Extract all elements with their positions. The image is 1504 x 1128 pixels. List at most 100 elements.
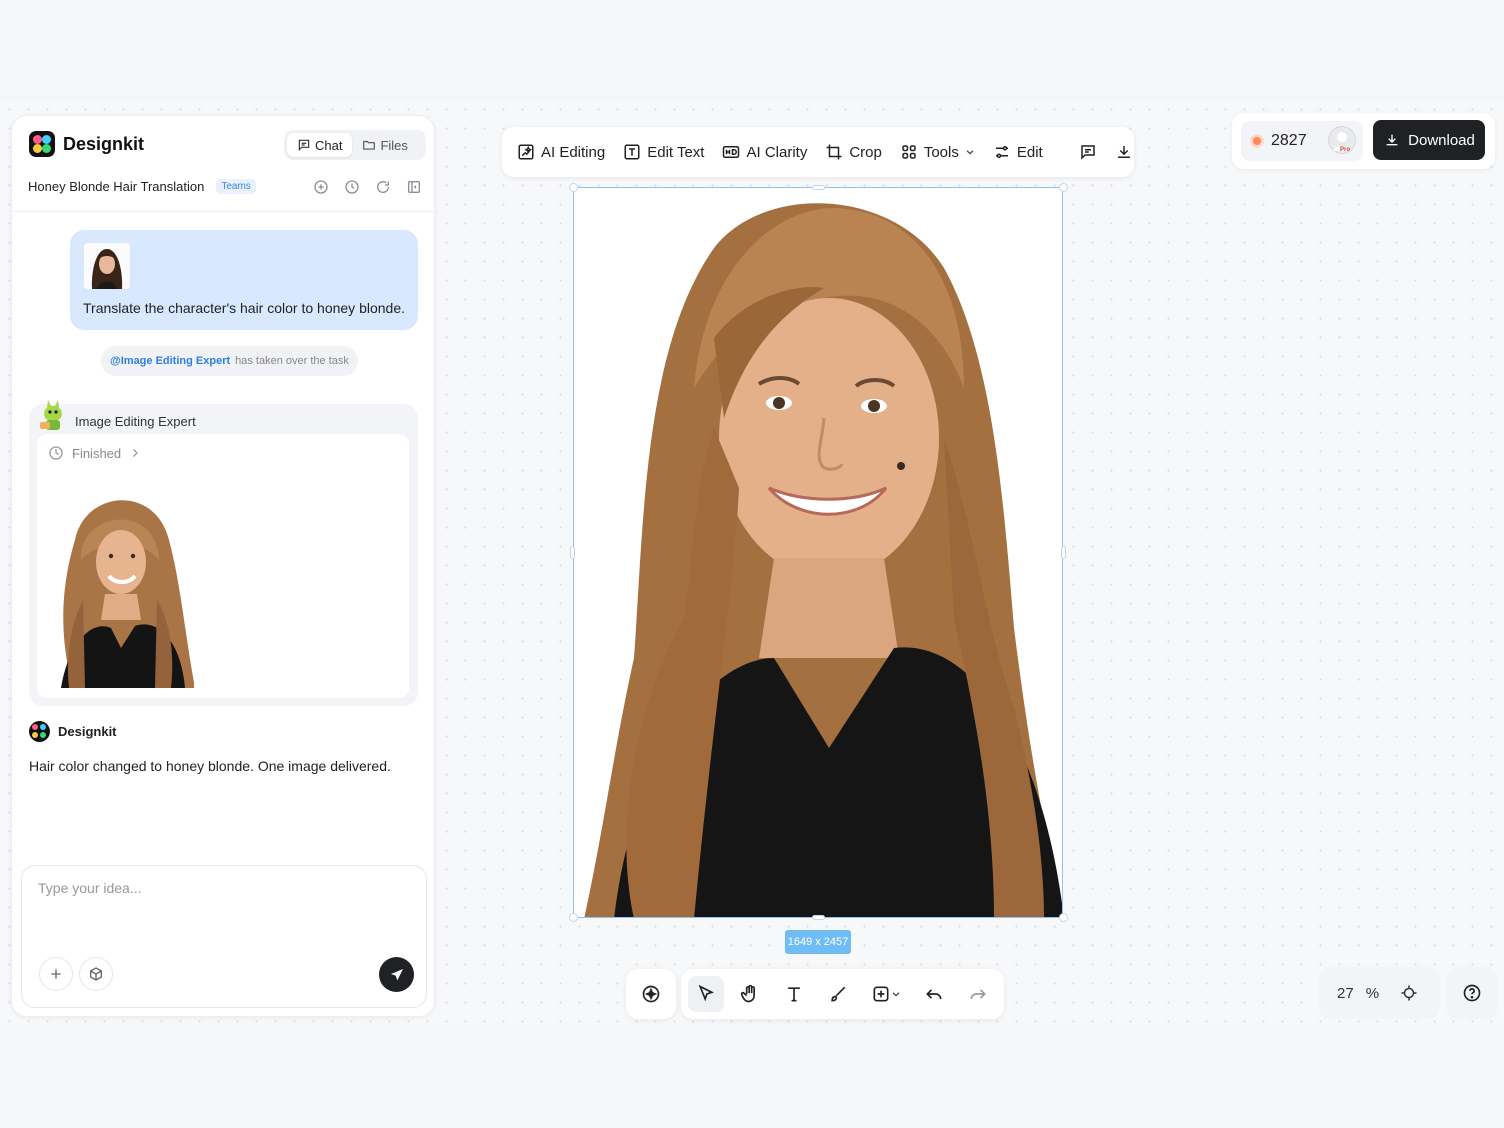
send-icon — [388, 966, 406, 984]
agent-avatar-icon — [38, 396, 68, 434]
brand[interactable]: Designkit — [29, 131, 144, 157]
credit-coin-icon — [1249, 133, 1265, 149]
brush-icon — [828, 984, 848, 1004]
user-attachment-thumbnail[interactable] — [84, 243, 130, 289]
prompt-box — [21, 865, 427, 1008]
agent-result: Finished — [37, 434, 409, 698]
download-icon — [1383, 131, 1401, 149]
tab-files[interactable]: Files — [352, 133, 417, 157]
prompt-input[interactable] — [38, 880, 408, 930]
resize-handle-bottom-right[interactable] — [1059, 913, 1068, 922]
task-status-label: Finished — [72, 445, 122, 461]
folder-icon — [362, 138, 376, 152]
account-card: 2827 Pro Download — [1232, 113, 1495, 169]
chat-icon — [297, 138, 311, 152]
portrait-image — [574, 188, 1062, 917]
comment-icon[interactable] — [1079, 142, 1097, 162]
canvas-image[interactable] — [573, 187, 1063, 918]
ai-assistant-button[interactable] — [626, 969, 676, 1019]
brand-name: Designkit — [63, 133, 145, 154]
bot-name: Designkit — [58, 724, 117, 739]
ai-clarity-label: AI Clarity — [746, 143, 808, 161]
ai-editing-label: AI Editing — [541, 143, 606, 161]
model-select-button[interactable] — [79, 957, 113, 991]
hd-icon — [722, 143, 740, 161]
avatar[interactable]: Pro — [1328, 126, 1356, 154]
credits-count: 2827 — [1271, 132, 1307, 149]
undo-icon — [924, 984, 944, 1004]
designkit-bot-icon — [29, 721, 50, 742]
pro-badge: Pro — [1340, 147, 1351, 153]
zoom-control: 27 % — [1319, 967, 1440, 1019]
add-box-icon — [871, 984, 891, 1004]
edit-label: Edit — [1016, 143, 1043, 161]
resize-handle-bottom-left[interactable] — [569, 913, 578, 922]
ai-edit-icon — [517, 143, 535, 161]
redo-icon — [968, 984, 988, 1004]
tools-dropdown[interactable]: Tools — [900, 143, 975, 161]
send-button[interactable] — [379, 957, 414, 992]
zoom-value[interactable]: 27 — [1337, 985, 1354, 1002]
crop-icon — [825, 143, 843, 161]
collapse-panel-icon[interactable] — [405, 178, 423, 196]
text-icon — [784, 984, 804, 1004]
conversation-header: Honey Blonde Hair Translation Teams — [28, 179, 256, 194]
plus-icon — [47, 965, 65, 983]
brush-tool-button[interactable] — [820, 976, 856, 1012]
history-icon[interactable] — [343, 178, 361, 196]
ai-clarity-button[interactable]: AI Clarity — [722, 143, 807, 161]
redo-button[interactable] — [960, 976, 996, 1012]
select-tool-button[interactable] — [688, 976, 724, 1012]
header-divider — [12, 211, 434, 212]
agent-response-card: Image Editing Expert Finished — [29, 400, 418, 706]
resize-handle-left[interactable] — [570, 546, 575, 559]
result-image-thumbnail[interactable] — [45, 470, 194, 688]
cube-icon — [87, 965, 105, 983]
text-box-icon — [623, 143, 641, 161]
resize-handle-right[interactable] — [1061, 546, 1066, 559]
undo-button[interactable] — [916, 976, 952, 1012]
editor-toolbar: AI Editing Edit Text AI Clarity Crop Too… — [502, 127, 1134, 177]
resize-handle-top[interactable] — [812, 185, 825, 190]
ai-editing-button[interactable]: AI Editing — [517, 143, 605, 161]
agent-name: Image Editing Expert — [75, 414, 196, 429]
text-tool-button[interactable] — [776, 976, 812, 1012]
status-clock-icon — [48, 445, 64, 461]
resize-handle-bottom[interactable] — [812, 915, 825, 920]
resize-handle-top-left[interactable] — [569, 183, 578, 192]
credits-widget[interactable]: 2827 Pro — [1241, 121, 1363, 161]
handoff-text: has taken over the task — [235, 355, 349, 367]
handoff-notice: @Image Editing Expert has taken over the… — [101, 346, 358, 376]
tab-files-label: Files — [380, 137, 408, 153]
sliders-icon — [993, 143, 1011, 161]
panel-tabs: Chat Files — [284, 130, 426, 160]
chat-panel: Designkit Chat Files Honey Blonde Hair T… — [11, 115, 435, 1017]
grid-icon — [900, 143, 918, 161]
download-button[interactable]: Download — [1373, 120, 1485, 160]
pointer-icon — [696, 984, 716, 1004]
bot-message: Hair color changed to honey blonde. One … — [29, 758, 391, 774]
crop-label: Crop — [849, 143, 882, 161]
tab-chat-label: Chat — [315, 137, 343, 153]
add-attachment-button[interactable] — [39, 957, 73, 991]
edit-button[interactable]: Edit — [993, 143, 1043, 161]
resize-handle-top-right[interactable] — [1059, 183, 1068, 192]
image-size-badge: 1649 x 2457 — [785, 930, 851, 954]
help-icon — [1462, 983, 1482, 1003]
help-button[interactable] — [1446, 967, 1498, 1019]
new-chat-icon[interactable] — [312, 178, 330, 196]
edit-text-button[interactable]: Edit Text — [623, 143, 704, 161]
crop-button[interactable]: Crop — [825, 143, 882, 161]
insert-dropdown-button[interactable] — [864, 976, 908, 1012]
hand-tool-button[interactable] — [732, 976, 768, 1012]
bot-header: Designkit — [29, 721, 117, 742]
ai-sparkle-icon — [641, 984, 661, 1004]
tools-label: Tools — [923, 143, 959, 161]
download-icon[interactable] — [1115, 142, 1133, 162]
zoom-unit: % — [1365, 984, 1380, 1002]
refresh-icon[interactable] — [374, 178, 392, 196]
fit-screen-icon[interactable] — [1399, 983, 1419, 1003]
task-status[interactable]: Finished — [48, 445, 141, 461]
tab-chat[interactable]: Chat — [287, 133, 353, 157]
agent-mention[interactable]: @Image Editing Expert — [110, 355, 230, 367]
